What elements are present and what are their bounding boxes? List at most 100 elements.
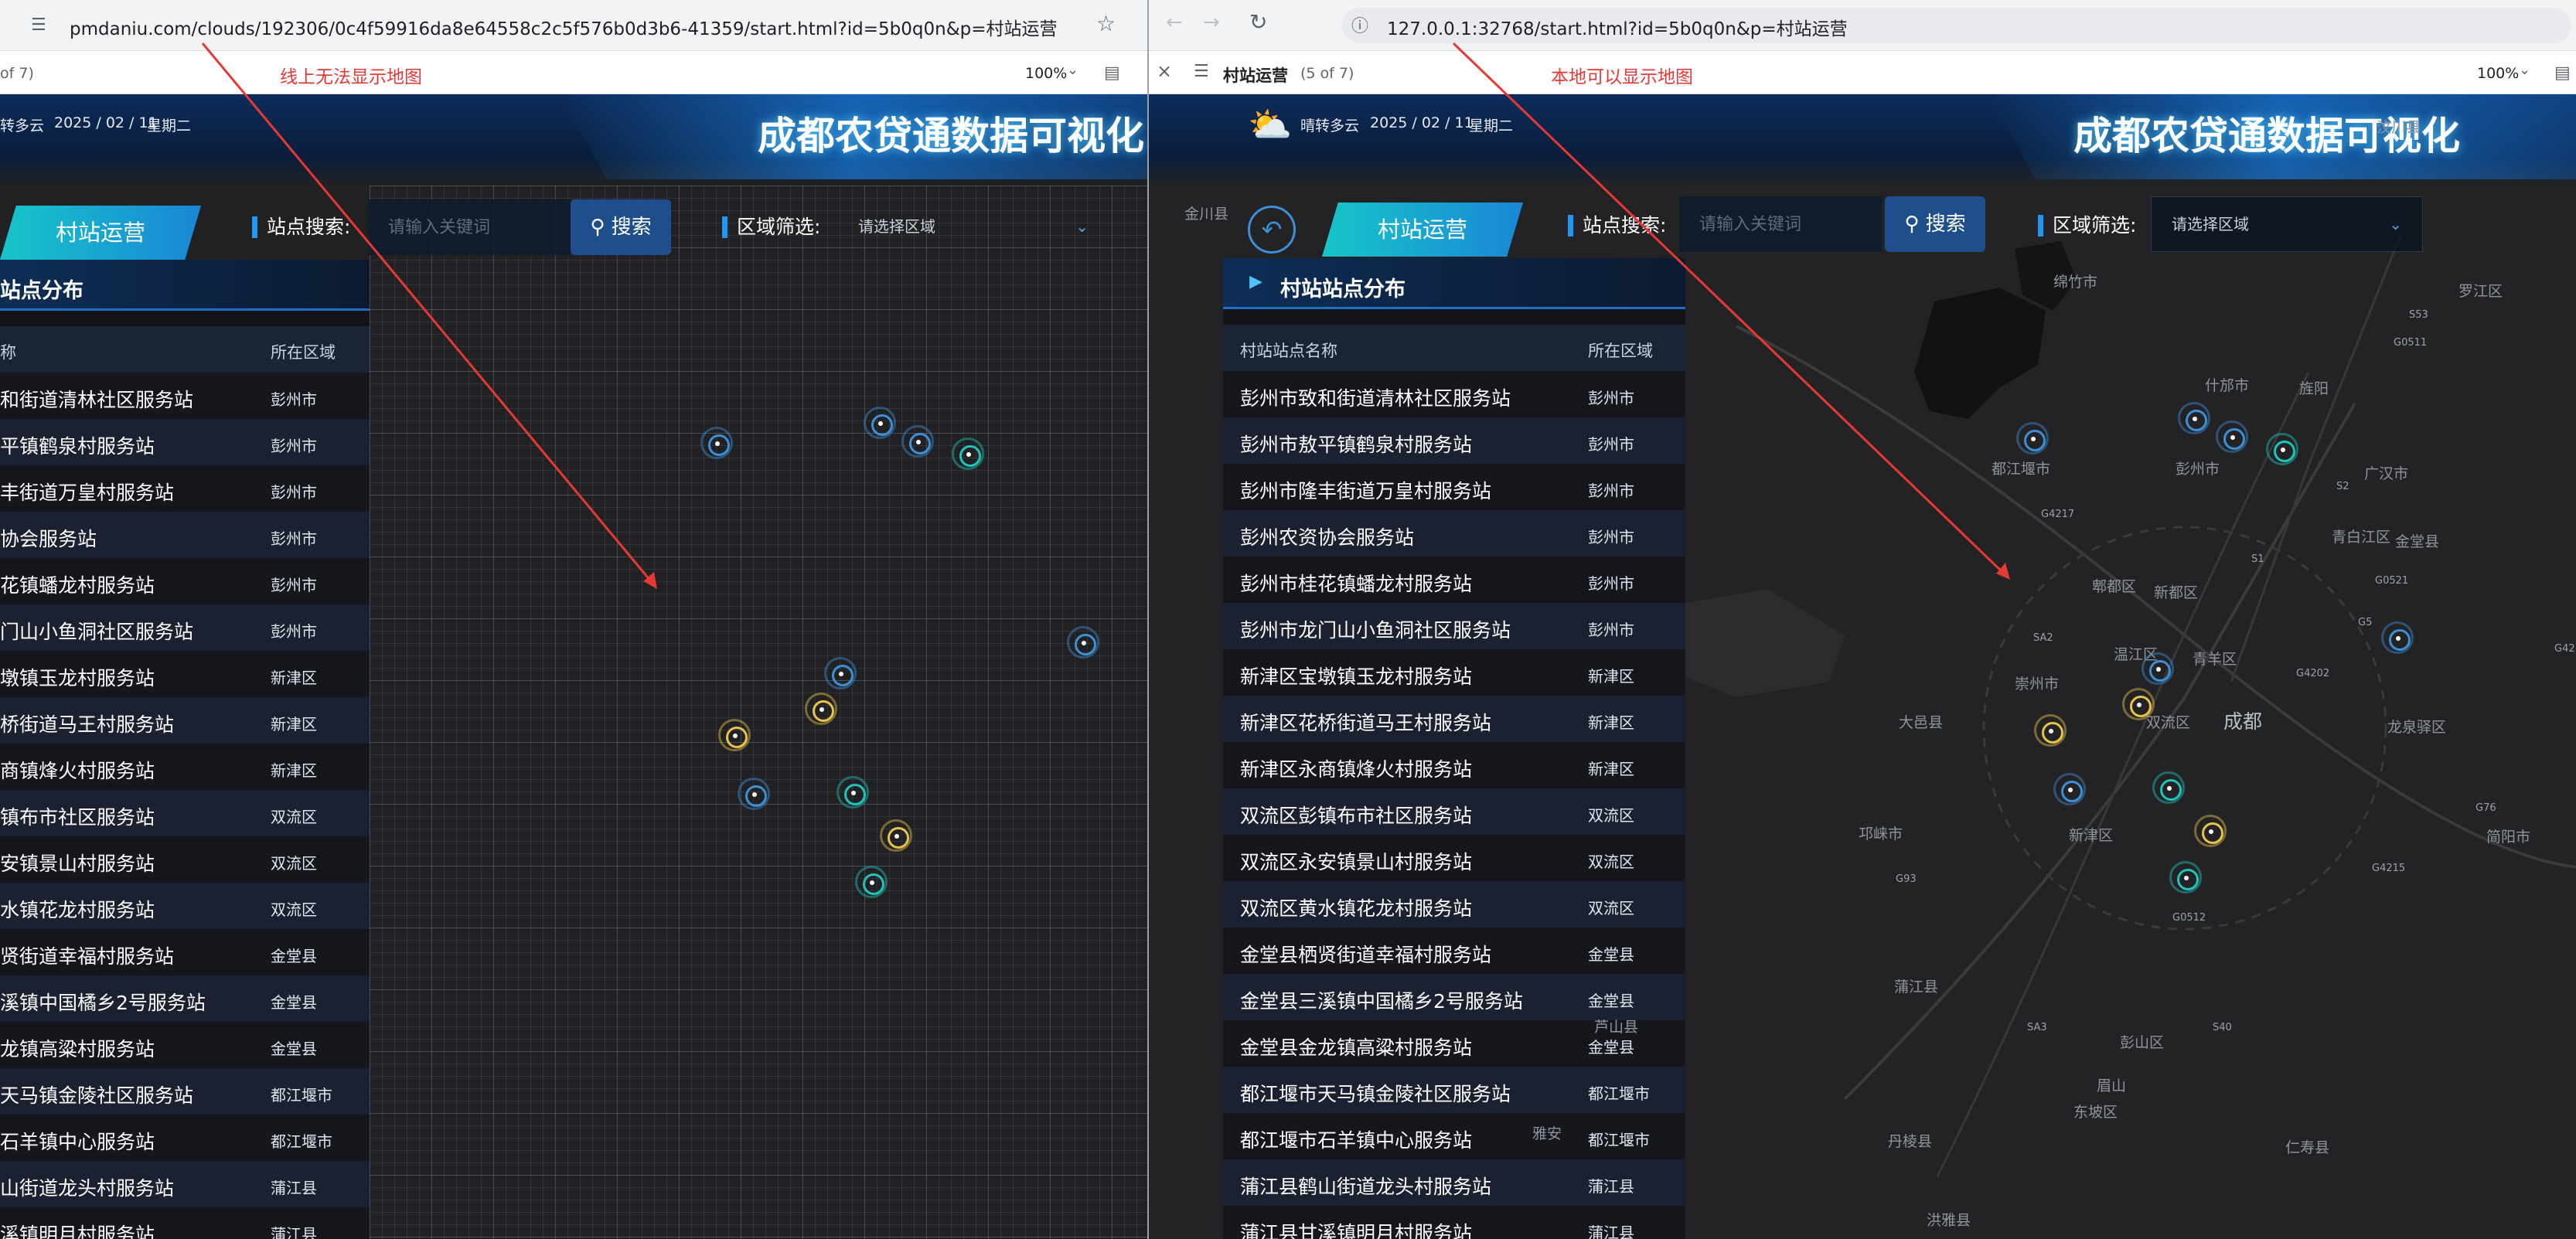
table-row[interactable]: 墩镇玉龙村服务站 新津区 xyxy=(0,651,370,697)
map-marker[interactable] xyxy=(2381,621,2414,654)
map-road-label: G76 xyxy=(2475,802,2496,814)
url-text[interactable]: pmdaniu.com/clouds/192306/0c4f59916da8e6… xyxy=(70,14,1058,40)
table-row[interactable]: 水镇花龙村服务站 双流区 xyxy=(0,883,370,929)
search-button[interactable]: ⚲ 搜索 xyxy=(571,199,671,255)
map-marker[interactable] xyxy=(700,427,733,459)
zoom-level[interactable]: 100% xyxy=(2477,65,2519,82)
table-row[interactable]: 都江堰市石羊镇中心服务站 都江堰市 xyxy=(1223,1113,1685,1159)
table-row[interactable]: 蒲江县甘溪镇明月村服务站 蒲江县 xyxy=(1223,1206,1685,1239)
chevron-down-icon[interactable]: ⌄ xyxy=(2519,62,2530,78)
map-marker[interactable] xyxy=(837,776,869,808)
menu-icon[interactable]: ☰ xyxy=(1194,62,1209,81)
table-row[interactable]: 彭州农资协会服务站 彭州市 xyxy=(1223,510,1685,557)
station-region: 彭州市 xyxy=(1588,528,1634,546)
table-row[interactable]: 新津区永商镇烽火村服务站 新津区 xyxy=(1223,742,1685,788)
table-row[interactable]: 龙镇高粱村服务站 金堂县 xyxy=(0,1022,370,1068)
region-select[interactable]: 请选择区域 ⌄ xyxy=(838,199,1109,255)
map-marker[interactable] xyxy=(718,719,751,751)
map-marker[interactable] xyxy=(824,657,857,689)
table-row[interactable]: 溪镇中国橘乡2号服务站 金堂县 xyxy=(0,975,370,1022)
search-button-label: 搜索 xyxy=(611,216,652,239)
table-row[interactable]: 蒲江县鹤山街道龙头村服务站 蒲江县 xyxy=(1223,1159,1685,1206)
station-region: 都江堰市 xyxy=(1588,1131,1650,1149)
forward-arrow-icon[interactable]: → xyxy=(1203,11,1220,34)
zoom-level[interactable]: 100% xyxy=(1025,65,1067,82)
map-marker[interactable] xyxy=(2266,433,2298,465)
table-row[interactable]: 天马镇金陵社区服务站 都江堰市 xyxy=(0,1068,370,1115)
tab-village-station[interactable]: 村站运营 xyxy=(1322,203,1523,257)
outline-icon[interactable]: ▤ xyxy=(2554,63,2571,83)
map-marker[interactable] xyxy=(2016,422,2049,454)
table-row[interactable]: 花镇蟠龙村服务站 彭州市 xyxy=(0,558,370,604)
bookmark-star-icon[interactable]: ☆ xyxy=(1096,11,1116,36)
map-marker[interactable] xyxy=(855,866,888,898)
table-row[interactable]: 彭州市隆丰街道万皇村服务站 彭州市 xyxy=(1223,464,1685,510)
map-marker[interactable] xyxy=(2152,771,2185,804)
table-row[interactable]: 门山小鱼洞社区服务站 彭州市 xyxy=(0,604,370,651)
site-info-icon[interactable]: ☰ xyxy=(31,15,51,36)
map-marker[interactable] xyxy=(901,425,934,458)
station-name: 都江堰市石羊镇中心服务站 xyxy=(1240,1129,1473,1152)
map-marker[interactable] xyxy=(2053,773,2086,805)
map-marker[interactable] xyxy=(2194,815,2227,847)
table-row[interactable]: 都江堰市天马镇金陵社区服务站 都江堰市 xyxy=(1223,1067,1685,1113)
table-row[interactable]: 彭州市桂花镇蟠龙村服务站 彭州市 xyxy=(1223,557,1685,603)
table-row[interactable]: 金堂县栖贤街道幸福村服务站 金堂县 xyxy=(1223,928,1685,974)
table-row[interactable]: 桥街道马王村服务站 新津区 xyxy=(0,697,370,744)
map-marker[interactable] xyxy=(2216,420,2248,453)
table-row[interactable]: 协会服务站 彭州市 xyxy=(0,512,370,558)
map-road-label: G93 xyxy=(1896,873,1917,885)
map-marker[interactable] xyxy=(2178,402,2210,434)
search-input[interactable] xyxy=(368,199,571,255)
map-marker[interactable] xyxy=(864,407,896,439)
site-info-icon[interactable]: ⓘ xyxy=(1351,12,1368,37)
table-row[interactable]: 双流区黄水镇花龙村服务站 双流区 xyxy=(1223,881,1685,928)
map-marker[interactable] xyxy=(2169,861,2202,894)
table-row[interactable]: 金堂县三溪镇中国橘乡2号服务站 金堂县 xyxy=(1223,974,1685,1020)
url-text[interactable]: 127.0.0.1:32768/start.html?id=5b0q0n&p=村… xyxy=(1387,14,1848,40)
map-place-label: 郫都区 xyxy=(2092,578,2137,595)
map-marker[interactable] xyxy=(1067,626,1099,659)
table-row[interactable]: 新津区宝墩镇玉龙村服务站 新津区 xyxy=(1223,649,1685,696)
back-arrow-icon[interactable]: ← xyxy=(1166,11,1183,34)
table-row[interactable]: 彭州市敖平镇鹤泉村服务站 彭州市 xyxy=(1223,417,1685,464)
map-marker[interactable] xyxy=(2034,714,2067,747)
outline-icon[interactable]: ▤ xyxy=(1104,63,1120,83)
table-row[interactable]: 新津区花桥街道马王村服务站 新津区 xyxy=(1223,696,1685,742)
map-road-label: G42 xyxy=(2554,643,2575,655)
close-icon[interactable]: × xyxy=(1157,60,1172,82)
map-marker[interactable] xyxy=(2142,652,2174,685)
table-row[interactable]: 双流区彭镇布市社区服务站 双流区 xyxy=(1223,788,1685,835)
region-select[interactable]: 请选择区域 ⌄ xyxy=(2151,196,2423,252)
table-row[interactable]: 丰街道万皇村服务站 彭州市 xyxy=(0,465,370,512)
reload-icon[interactable]: ↻ xyxy=(1249,9,1267,35)
back-icon[interactable]: ↶ xyxy=(1248,206,1296,254)
map-marker[interactable] xyxy=(2122,688,2155,720)
table-row[interactable]: 贤街道幸福村服务站 金堂县 xyxy=(0,929,370,975)
table-row[interactable]: 安镇景山村服务站 双流区 xyxy=(0,836,370,883)
station-name: 蒲江县甘溪镇明月村服务站 xyxy=(1240,1222,1473,1239)
col-region-header: 所在区域 xyxy=(271,343,336,362)
station-name: 双流区永安镇景山村服务站 xyxy=(1240,851,1473,873)
map-marker[interactable] xyxy=(738,778,770,810)
map-place-label: 丹棱县 xyxy=(1888,1133,1933,1150)
table-row[interactable]: 彭州市龙门山小鱼洞社区服务站 彭州市 xyxy=(1223,603,1685,649)
map-place-label: 罗江区 xyxy=(2458,283,2503,300)
map-marker[interactable] xyxy=(952,437,984,470)
station-name: 安镇景山村服务站 xyxy=(0,853,155,875)
table-row[interactable]: 商镇烽火村服务站 新津区 xyxy=(0,744,370,790)
table-row[interactable]: 平镇鹤泉村服务站 彭州市 xyxy=(0,419,370,465)
table-row[interactable]: 溪镇明月村服务站 蒲江县 xyxy=(0,1207,370,1239)
table-row[interactable]: 石羊镇中心服务站 都江堰市 xyxy=(0,1115,370,1161)
tab-village-station[interactable]: 村站运营 xyxy=(0,206,201,260)
table-row[interactable]: 双流区永安镇景山村服务站 双流区 xyxy=(1223,835,1685,881)
table-row[interactable]: 镇布市社区服务站 双流区 xyxy=(0,790,370,836)
search-input[interactable] xyxy=(1679,196,1882,252)
map-marker[interactable] xyxy=(805,693,837,725)
table-row[interactable]: 山街道龙头村服务站 蒲江县 xyxy=(0,1161,370,1207)
search-button[interactable]: ⚲ 搜索 xyxy=(1885,196,1985,252)
map-marker[interactable] xyxy=(880,819,912,852)
chevron-down-icon[interactable]: ⌄ xyxy=(1067,62,1078,78)
table-row[interactable]: 和街道清林社区服务站 彭州市 xyxy=(0,373,370,419)
table-row[interactable]: 彭州市致和街道清林社区服务站 彭州市 xyxy=(1223,371,1685,417)
